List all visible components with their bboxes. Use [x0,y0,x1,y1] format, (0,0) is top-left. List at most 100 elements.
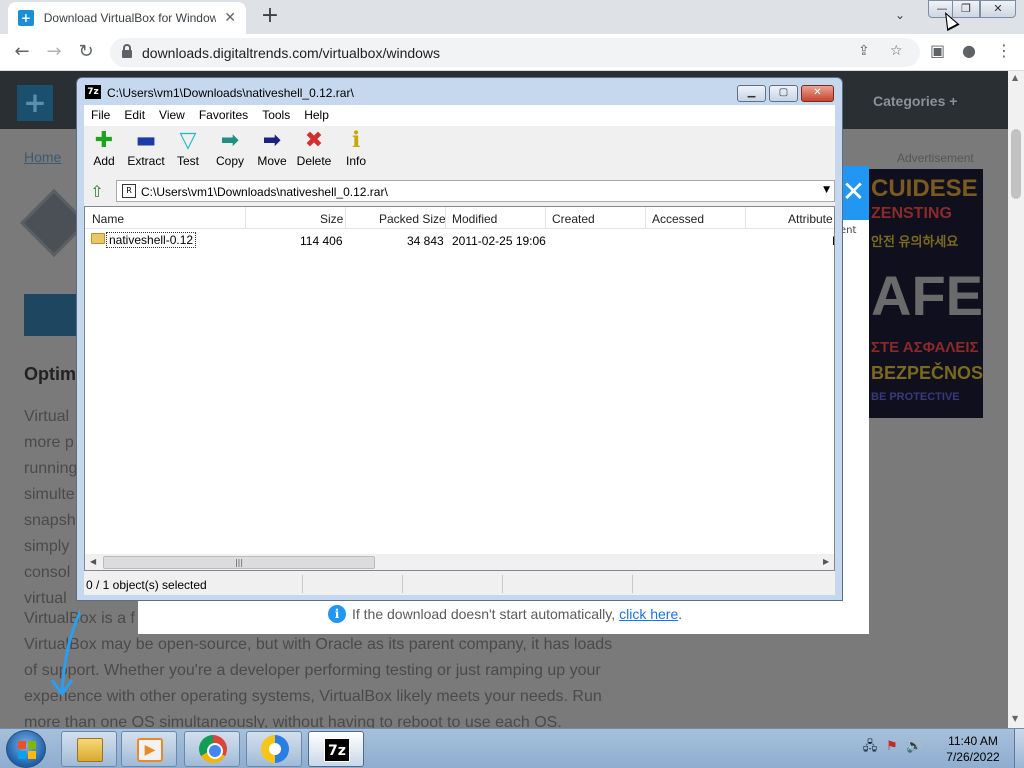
sevenzip-maximize-button[interactable]: ▢ [769,85,798,102]
new-tab-button[interactable]: + [258,4,282,28]
sevenzip-title: C:\Users\vm1\Downloads\nativeshell_0.12.… [107,86,354,100]
advertisement-banner[interactable]: CUIDESE ZENSTING 안전 유의하세요 AFE ΣΤΕ ΑΣΦΑΛΕ… [865,169,983,418]
delete-label: Delete [296,154,332,168]
archive-icon: R [122,184,136,198]
browser-toolbar: ← → ↻ downloads.digitaltrends.com/virtua… [0,34,1024,71]
scroll-left-arrow-icon[interactable]: ◀ [90,557,96,566]
sevenzip-minimize-button[interactable]: ▁ [737,85,766,102]
horizontal-scrollbar[interactable]: ◀ ||| ▶ [85,554,834,570]
sevenzip-close-button[interactable]: ✕ [801,85,834,102]
delete-button[interactable]: ✖ Delete [292,128,336,174]
download-notice-text: If the download doesn't start automatica… [352,606,616,622]
column-packed-size[interactable]: Packed Size [379,212,446,226]
show-desktop-button[interactable] [1014,729,1024,768]
table-row[interactable]: nativeshell-0.12 114 406 34 843 2011-02-… [85,230,834,250]
column-attributes[interactable]: Attribute [788,212,833,226]
volume-icon[interactable]: 🔊 [906,739,922,755]
column-modified[interactable]: Modified [452,212,497,226]
address-bar[interactable]: downloads.digitaltrends.com/virtualbox/w… [110,38,920,67]
sevenzip-client-area: File Edit View Favorites Tools Help ✚ Ad… [84,105,835,595]
test-button[interactable]: ▽ Test [166,128,210,174]
tab-close-icon[interactable]: ✕ [224,10,236,26]
forward-arrow-icon[interactable]: → [42,40,66,64]
file-list[interactable]: Name Size Packed Size Modified Created A… [84,206,835,571]
column-accessed[interactable]: Accessed [652,212,704,226]
x-icon: ✖ [304,128,324,153]
tab-search-chevron-icon[interactable]: ⌄ [895,8,905,22]
menu-tools[interactable]: Tools [262,108,290,122]
start-button[interactable] [6,730,46,768]
sevenzip-titlebar[interactable]: 7z C:\Users\vm1\Downloads\nativeshell_0.… [77,78,842,104]
scroll-up-arrow-icon[interactable]: ▲ [1012,73,1018,82]
taskbar-firebird[interactable] [246,731,302,767]
folder-icon [91,233,105,244]
media-player-icon: ▶ [137,738,163,762]
dropdown-arrow-icon[interactable]: ▼ [823,185,830,195]
taskbar-7zip[interactable]: 7z [308,731,364,767]
move-button[interactable]: ➡ Move [250,128,294,174]
lock-icon[interactable] [122,44,132,58]
taskbar-media-player[interactable]: ▶ [121,731,177,767]
chrome-icon [199,735,227,763]
path-combobox[interactable]: R C:\Users\vm1\Downloads\nativeshell_0.1… [116,180,835,202]
scroll-right-arrow-icon[interactable]: ▶ [823,557,829,566]
copy-label: Copy [215,154,244,168]
minus-icon: ▬ [135,128,157,153]
taskbar-chrome[interactable] [184,731,240,767]
breadcrumb-home[interactable]: Home [24,149,61,165]
column-size[interactable]: Size [320,212,343,226]
click-here-link[interactable]: click here [619,606,678,622]
column-created[interactable]: Created [552,212,595,226]
horizontal-scroll-thumb[interactable]: ||| [103,556,375,569]
menu-kebab-icon[interactable]: ⋮ [996,41,1012,60]
row-name[interactable]: nativeshell-0.12 [106,232,197,248]
folder-up-icon[interactable]: ⇧ [87,182,107,202]
reload-icon[interactable]: ↻ [74,40,98,64]
action-center-flag-icon[interactable]: ⚑ [884,739,900,755]
sevenzip-menubar: File Edit View Favorites Tools Help [84,105,835,125]
menu-file[interactable]: File [91,108,110,122]
row-packed-size: 34 843 [407,234,444,248]
taskbar-explorer[interactable] [61,731,117,767]
download-button[interactable] [24,294,84,336]
window-restore-button[interactable]: ❐ [952,0,980,18]
window-close-button[interactable]: ✕ [980,0,1016,18]
extract-button[interactable]: ▬ Extract [124,128,168,174]
info-button[interactable]: ℹ Info [334,128,378,174]
nav-categories[interactable]: Categories + [873,93,957,109]
menu-edit[interactable]: Edit [124,108,145,122]
share-icon[interactable]: ⇪ [858,43,870,59]
add-button[interactable]: ✚ Add [82,128,126,174]
page-scrollbar[interactable]: ▲ ▼ [1008,71,1024,728]
site-logo[interactable]: + [17,85,53,121]
info-label: Info [345,154,366,168]
menu-help[interactable]: Help [304,108,329,122]
network-icon[interactable]: 🖧 [862,739,878,755]
para-line: experience with other operating systems,… [24,688,602,705]
browser-app-icon [261,735,289,763]
add-label: Add [93,154,115,168]
side-panel-icon[interactable]: ▣ [930,41,945,60]
status-text: 0 / 1 object(s) selected [86,578,207,592]
back-arrow-icon[interactable]: ← [10,40,34,64]
system-tray: 🖧 ⚑ 🔊 [862,739,922,759]
profile-avatar-icon[interactable]: ● [962,41,976,60]
para-line: more than one OS simultaneously, without… [24,714,562,728]
info-icon: ℹ [351,128,361,153]
move-label: Move [257,154,287,168]
menu-favorites[interactable]: Favorites [199,108,248,122]
check-down-icon: ▽ [179,128,197,153]
clock[interactable]: 11:40 AM 7/26/2022 [940,733,1006,765]
column-name[interactable]: Name [92,212,124,226]
scroll-down-arrow-icon[interactable]: ▼ [1012,714,1018,723]
copy-button[interactable]: ➡ Copy [208,128,252,174]
scrollbar-thumb[interactable] [1011,129,1021,199]
menu-view[interactable]: View [159,108,185,122]
url-text[interactable]: downloads.digitaltrends.com/virtualbox/w… [142,45,440,61]
status-bar: 0 / 1 object(s) selected [84,573,835,595]
browser-tab[interactable]: + Download VirtualBox for Windows ✕ [8,2,246,34]
file-list-header: Name Size Packed Size Modified Created A… [85,207,834,229]
path-text[interactable]: C:\Users\vm1\Downloads\nativeshell_0.12.… [141,185,388,199]
para-line: VirtualBox may be open-source, but with … [24,636,613,653]
bookmark-star-icon[interactable]: ☆ [890,43,903,59]
